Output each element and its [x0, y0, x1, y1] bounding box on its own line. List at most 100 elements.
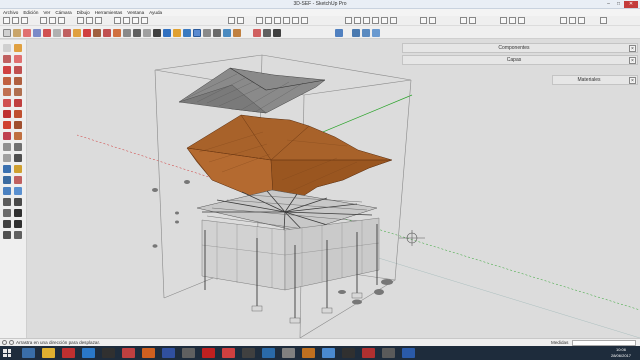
solid-trim-icon[interactable]: [578, 17, 585, 24]
footprint-icon[interactable]: [14, 231, 22, 239]
circle-icon[interactable]: [58, 17, 65, 24]
scale-left-icon[interactable]: [3, 132, 11, 140]
model-viewport[interactable]: Componentes × Capas × Materiales ×: [27, 40, 640, 338]
minimize-button[interactable]: –: [604, 1, 613, 8]
push-pull-left-icon[interactable]: [14, 110, 22, 118]
layers-icon[interactable]: [600, 17, 607, 24]
menu-ventana[interactable]: Ventana: [127, 9, 144, 16]
offset-icon[interactable]: [113, 29, 121, 37]
app-7-icon[interactable]: [242, 348, 255, 358]
follow-me-icon[interactable]: [93, 29, 101, 37]
back-edges-icon[interactable]: [265, 17, 272, 24]
rotated-rect-icon[interactable]: [14, 77, 22, 85]
top-view-icon[interactable]: [354, 17, 361, 24]
tape-left-icon[interactable]: [3, 143, 11, 151]
iso-view-icon[interactable]: [345, 17, 352, 24]
solid-union-icon[interactable]: [560, 17, 567, 24]
line-icon[interactable]: [49, 17, 56, 24]
section-fill-icon[interactable]: [362, 29, 370, 37]
close-icon[interactable]: ×: [629, 45, 636, 52]
paint-bucket-left-icon[interactable]: [3, 176, 11, 184]
line-left-icon[interactable]: [3, 66, 11, 74]
axes-left-icon[interactable]: [3, 165, 11, 173]
close-button[interactable]: ✕: [624, 1, 638, 8]
orbit-left-icon[interactable]: [3, 187, 11, 195]
eraser2-left-icon[interactable]: [14, 176, 22, 184]
close-icon[interactable]: ×: [629, 77, 636, 84]
dimension-left-icon[interactable]: [14, 143, 22, 151]
app-11-icon[interactable]: [322, 348, 335, 358]
polygon-icon[interactable]: [14, 88, 22, 96]
app-4-icon[interactable]: [182, 348, 195, 358]
section-cut-icon[interactable]: [372, 29, 380, 37]
app-2-icon[interactable]: [142, 348, 155, 358]
app-8-icon[interactable]: [262, 348, 275, 358]
zoom-tool-icon[interactable]: [203, 29, 211, 37]
tray-materiales[interactable]: Materiales ×: [552, 75, 638, 85]
help-icon[interactable]: [9, 340, 14, 345]
make-component-tool-icon[interactable]: [14, 44, 22, 52]
menu-camara[interactable]: Cámara: [55, 9, 71, 16]
eraser-tool-icon[interactable]: [23, 29, 31, 37]
move-left-icon[interactable]: [3, 110, 11, 118]
pie-icon[interactable]: [14, 99, 22, 107]
tray-componentes[interactable]: Componentes ×: [402, 43, 638, 53]
paint-tool-icon[interactable]: [253, 29, 261, 37]
paint-bucket-icon[interactable]: [21, 17, 28, 24]
3d-text-left-icon[interactable]: [14, 165, 22, 173]
3d-text-icon[interactable]: [173, 29, 181, 37]
menu-dibujo[interactable]: Dibujo: [77, 9, 90, 16]
warehouse-icon[interactable]: [460, 17, 467, 24]
make-component-icon[interactable]: [13, 29, 21, 37]
move-icon[interactable]: [73, 29, 81, 37]
dimensions-icon[interactable]: [133, 29, 141, 37]
orbit-tool-icon[interactable]: [183, 29, 191, 37]
section-plane-icon[interactable]: [420, 17, 427, 24]
scale-icon[interactable]: [103, 29, 111, 37]
select-icon[interactable]: [3, 17, 10, 24]
text-left-icon[interactable]: [14, 154, 22, 162]
zoom-window-icon[interactable]: [213, 29, 221, 37]
paint-left-icon[interactable]: [14, 55, 22, 63]
pan-tool-icon[interactable]: [193, 29, 201, 37]
wireframe-icon[interactable]: [274, 17, 281, 24]
app-6-icon[interactable]: [222, 348, 235, 358]
protractor-left-icon[interactable]: [3, 154, 11, 162]
walk-left-icon[interactable]: [3, 220, 11, 228]
back-view-icon[interactable]: [381, 17, 388, 24]
smoove-icon[interactable]: [518, 17, 525, 24]
arc-icon[interactable]: [43, 29, 51, 37]
push-pull-icon[interactable]: [63, 29, 71, 37]
menu-ayuda[interactable]: Ayuda: [149, 9, 162, 16]
menu-ver[interactable]: Ver: [43, 9, 50, 16]
position-camera-icon[interactable]: [14, 209, 22, 217]
hidden-line-icon[interactable]: [283, 17, 290, 24]
look-around-icon[interactable]: [273, 29, 281, 37]
previous-view-icon[interactable]: [233, 29, 241, 37]
zoom-extents-icon[interactable]: [223, 29, 231, 37]
rotate-left-icon[interactable]: [3, 121, 11, 129]
circle-left-icon[interactable]: [3, 88, 11, 96]
shaded-icon[interactable]: [292, 17, 299, 24]
walk-icon[interactable]: [263, 29, 271, 37]
front-view-icon[interactable]: [363, 17, 370, 24]
rotate-icon[interactable]: [83, 29, 91, 37]
app-5-icon[interactable]: [202, 348, 215, 358]
rectangle-icon[interactable]: [40, 17, 47, 24]
textured-icon[interactable]: [301, 17, 308, 24]
app-icon[interactable]: [102, 348, 115, 358]
info-icon[interactable]: [2, 340, 7, 345]
axes-tool-icon[interactable]: [163, 29, 171, 37]
app-3-icon[interactable]: [162, 348, 175, 358]
pan-left-icon[interactable]: [14, 187, 22, 195]
fog-icon[interactable]: [237, 17, 244, 24]
section-plane-left-icon[interactable]: [3, 231, 11, 239]
menu-edicion[interactable]: Edición: [23, 9, 38, 16]
folder-icon[interactable]: [42, 348, 55, 358]
tape-measure-icon[interactable]: [114, 17, 121, 24]
freehand-icon[interactable]: [14, 66, 22, 74]
tray-capas[interactable]: Capas ×: [402, 55, 638, 65]
pencil-icon[interactable]: [33, 29, 41, 37]
app-12-icon[interactable]: [342, 348, 355, 358]
rectangle-left-icon[interactable]: [3, 77, 11, 85]
